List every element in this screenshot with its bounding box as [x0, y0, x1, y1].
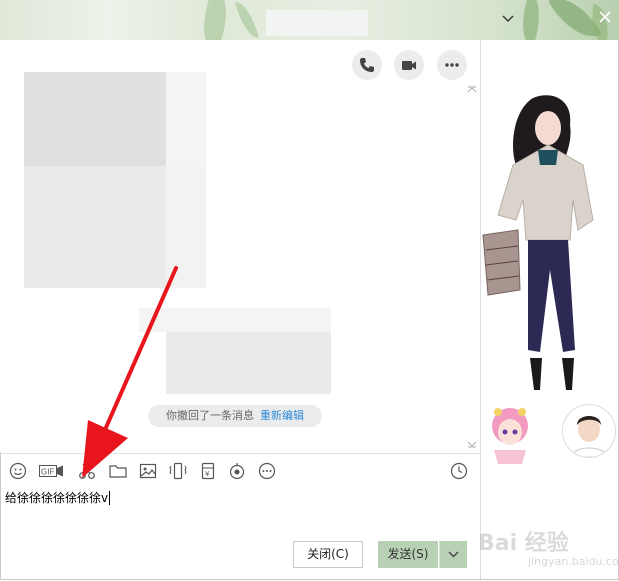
redacted-message-image	[166, 166, 206, 288]
red-envelope-icon: ¥	[201, 462, 215, 480]
gif-icon: GIF	[39, 465, 63, 477]
message-history-button[interactable]	[450, 462, 470, 482]
anime-girl-avatar-icon	[492, 408, 528, 464]
baidu-watermark: Bai 经验	[478, 531, 569, 556]
svg-text:GIF: GIF	[41, 468, 54, 477]
close-window-button[interactable]	[595, 10, 615, 28]
more-icon	[258, 462, 276, 480]
video-call-button[interactable]	[394, 50, 424, 80]
contact-name-redacted	[266, 10, 368, 36]
red-envelope-button[interactable]: ¥	[199, 462, 219, 482]
emoji-icon	[9, 462, 27, 480]
message-input-text: 给徐徐徐徐徐徐徐v	[5, 491, 109, 505]
image-icon	[139, 463, 157, 479]
more-options-button[interactable]	[437, 50, 467, 80]
title-bar	[0, 0, 619, 40]
send-options-dropdown[interactable]	[439, 541, 467, 568]
voice-icon	[229, 463, 245, 480]
scroll-down-arrow[interactable]	[467, 440, 477, 448]
chevron-down-icon	[448, 551, 459, 558]
ellipsis-icon	[445, 63, 459, 67]
send-button[interactable]: 发送(S)	[378, 541, 438, 568]
scroll-up-arrow[interactable]	[467, 86, 477, 94]
screenshot-button[interactable]	[78, 462, 98, 482]
re-edit-link[interactable]: 重新编辑	[260, 409, 304, 422]
redacted-message-bubble	[139, 308, 331, 332]
redacted-message-image	[24, 166, 166, 288]
send-file-button[interactable]	[109, 462, 129, 482]
contact-avatar[interactable]	[562, 404, 616, 458]
phone-icon	[360, 58, 374, 72]
close-button[interactable]: 关闭(C)	[293, 541, 363, 568]
chevron-down-icon	[467, 441, 477, 448]
user-avatar-icon	[570, 416, 608, 457]
redacted-message-image	[166, 72, 206, 166]
bamboo-leaf-decoration	[188, 0, 242, 40]
gif-button[interactable]: GIF	[39, 462, 65, 482]
clock-icon	[450, 462, 468, 480]
message-input[interactable]: 给徐徐徐徐徐徐徐v	[5, 489, 111, 506]
baidu-watermark-url: jingyan.baidu.com	[528, 555, 619, 568]
redacted-message-image	[24, 72, 166, 166]
shake-window-button[interactable]	[169, 462, 189, 482]
minimize-button[interactable]	[498, 10, 518, 28]
chevron-down-icon	[502, 15, 514, 22]
input-toolbar: GIF ¥	[0, 453, 480, 488]
pet-avatar[interactable]	[484, 404, 536, 464]
voice-call-button[interactable]	[352, 50, 382, 80]
text-caret	[109, 491, 111, 505]
video-camera-icon	[402, 61, 416, 70]
chevron-up-icon	[467, 86, 477, 93]
emoji-button[interactable]	[9, 462, 29, 482]
folder-icon	[109, 465, 127, 478]
svg-text:¥: ¥	[205, 470, 210, 478]
bamboo-leaf-decoration	[235, 0, 259, 40]
shake-icon	[169, 462, 187, 480]
show-character-illustration	[482, 95, 594, 390]
recall-notice-text: 你撤回了一条消息	[166, 409, 254, 422]
recall-notice: 你撤回了一条消息 重新编辑	[148, 405, 322, 427]
close-icon	[599, 11, 611, 23]
scissors-icon	[79, 463, 95, 479]
more-tools-button[interactable]	[258, 462, 278, 482]
send-image-button[interactable]	[139, 462, 159, 482]
redacted-message-bubble	[166, 332, 331, 394]
voice-message-button[interactable]	[228, 462, 248, 482]
